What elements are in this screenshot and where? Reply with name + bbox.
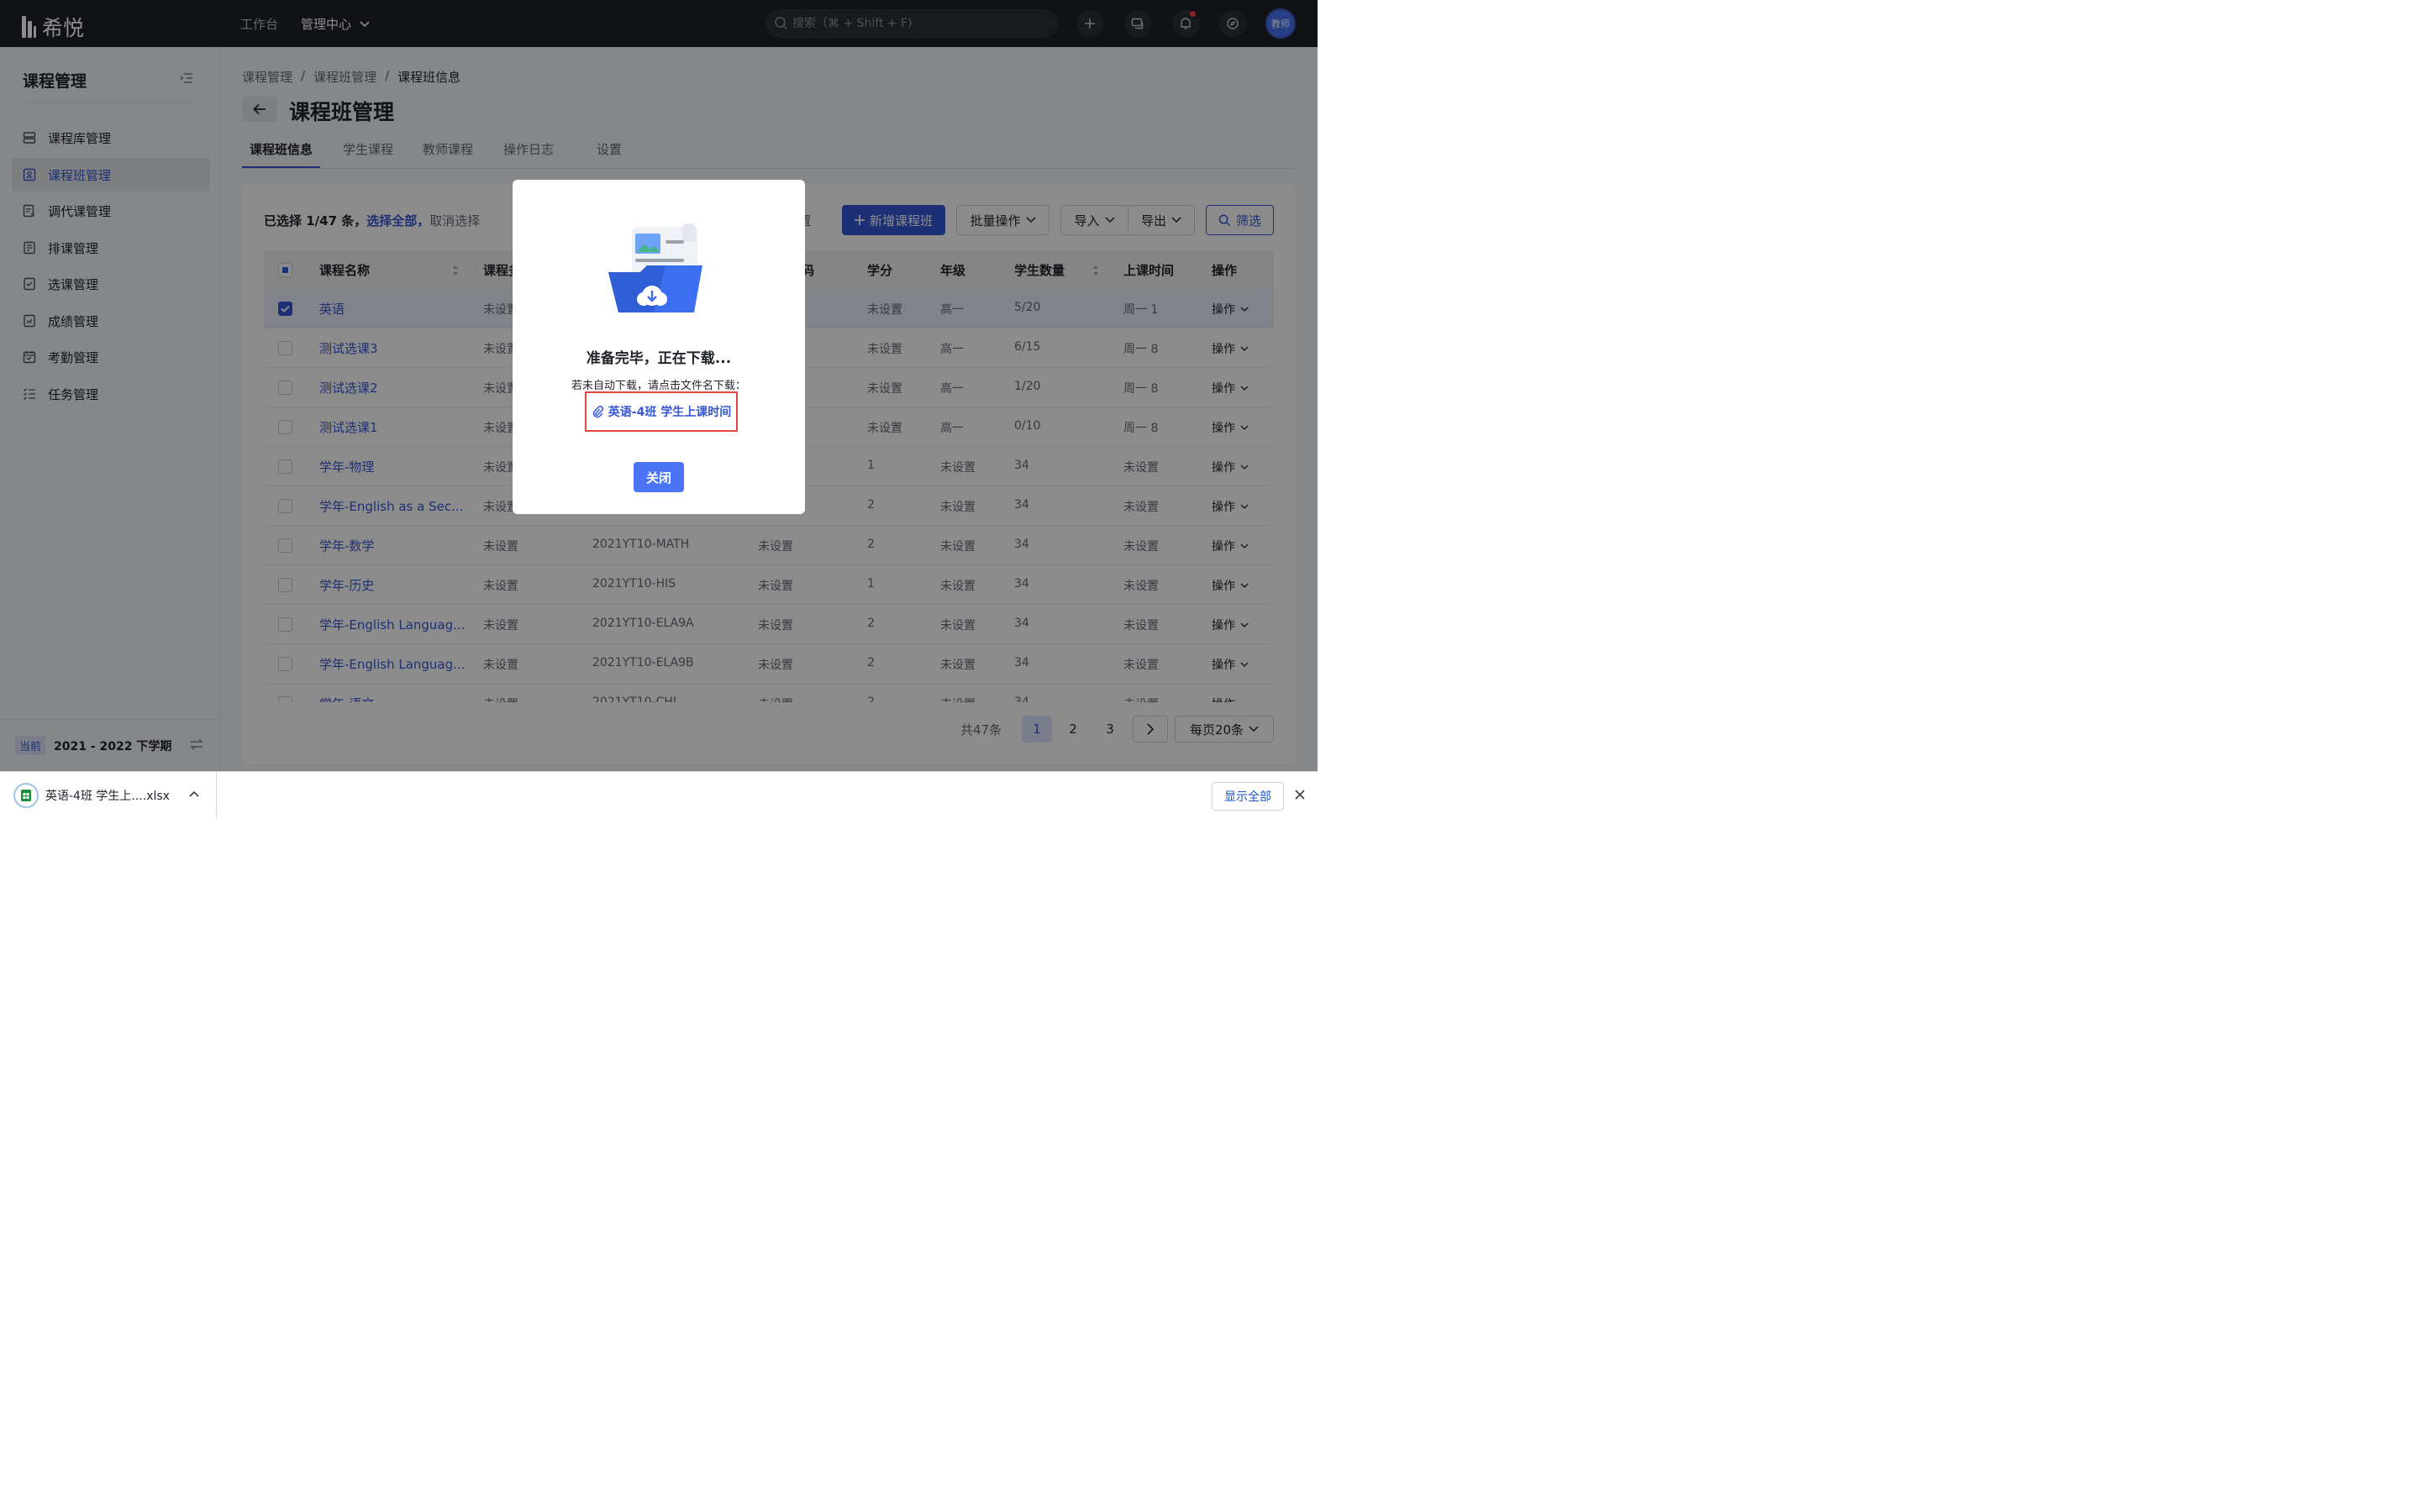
download-modal: 准备完毕，正在下载... 若未自动下载，请点击文件名下载： 英语-4班 学生上课… xyxy=(513,180,805,514)
close-button[interactable]: 关闭 xyxy=(634,462,684,492)
show-all-button[interactable]: 显示全部 xyxy=(1212,782,1284,811)
chevron-up-icon[interactable] xyxy=(189,790,199,797)
browser-download-bar: 英语-4班 学生上....xlsx 显示全部 xyxy=(0,771,1318,819)
file-download-link[interactable]: 英语-4班 学生上课时间 xyxy=(585,391,738,432)
close-icon[interactable] xyxy=(1295,790,1305,800)
modal-title: 准备完毕，正在下载... xyxy=(586,350,732,367)
download-file-name: 英语-4班 学生上....xlsx xyxy=(45,790,170,803)
app-window: 希悦 工作台 管理中心 教师 课程管理 xyxy=(0,0,1318,771)
download-item[interactable]: 英语-4班 学生上....xlsx xyxy=(0,772,217,819)
file-link-label: 英语-4班 学生上课时间 xyxy=(608,406,732,419)
modal-description: 若未自动下载，请点击文件名下载： xyxy=(571,380,746,392)
paperclip-icon xyxy=(592,405,603,418)
spreadsheet-file-icon xyxy=(13,783,39,808)
download-folder-icon xyxy=(608,223,702,312)
